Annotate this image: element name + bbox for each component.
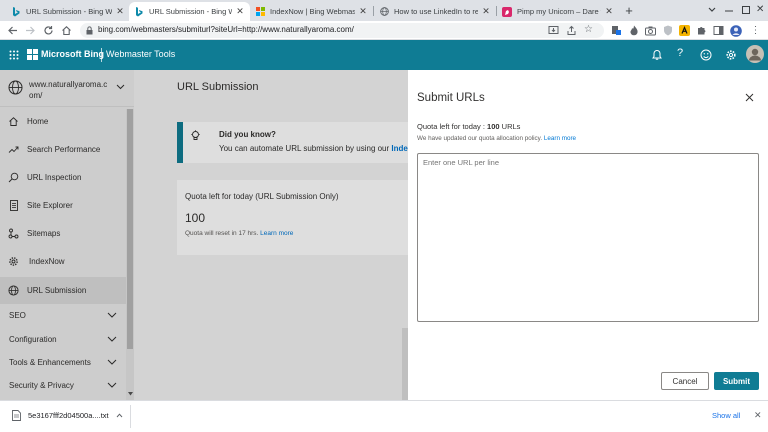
- close-tab-icon[interactable]: ✕: [358, 6, 368, 17]
- brand-name[interactable]: Microsoft Bing: [41, 49, 104, 59]
- bookmark-star-icon[interactable]: ☆: [584, 24, 593, 35]
- microsoft-icon: [255, 7, 265, 17]
- tab-title: URL Submission - Bing Webm: [26, 7, 112, 16]
- quota-label: Quota left for today :: [417, 122, 488, 131]
- shield-extension-icon[interactable]: [661, 24, 674, 37]
- close-download-bar-icon[interactable]: ✕: [754, 410, 762, 421]
- app-launcher-icon[interactable]: [9, 50, 19, 60]
- browser-tab-4[interactable]: How to use LinkedIn to reac ✕: [374, 2, 496, 21]
- submit-urls-panel: Submit URLs Quota left for today : 100 U…: [408, 70, 768, 400]
- forward-icon[interactable]: [24, 24, 37, 37]
- help-icon[interactable]: ?: [677, 47, 683, 59]
- close-icon[interactable]: [745, 93, 754, 102]
- install-icon[interactable]: [548, 25, 559, 36]
- close-tab-icon[interactable]: ✕: [604, 6, 614, 17]
- browser-tab-3[interactable]: IndexNow | Bing Webmaster ✕: [250, 2, 373, 21]
- settings-gear-icon[interactable]: [725, 49, 737, 61]
- file-icon: [12, 410, 21, 421]
- download-filename: 5e3167fff2d04500a....txt: [28, 411, 109, 420]
- policy-text: We have updated our quota allocation pol…: [417, 135, 543, 142]
- panel-title: Submit URLs: [417, 92, 485, 104]
- extension-icon[interactable]: [610, 24, 623, 37]
- download-item[interactable]: 5e3167fff2d04500a....txt: [0, 401, 130, 432]
- submit-button[interactable]: Submit: [714, 372, 759, 390]
- reload-icon[interactable]: [42, 24, 55, 37]
- app-header: Microsoft Bing Webmaster Tools ?: [0, 40, 768, 70]
- modal-overlay[interactable]: [0, 70, 408, 400]
- microsoft-logo-icon: [27, 49, 38, 60]
- lock-icon: [86, 26, 93, 35]
- browser-tab-strip: URL Submission - Bing Webm ✕ URL Submiss…: [0, 0, 768, 21]
- close-tab-icon[interactable]: ✕: [481, 6, 491, 17]
- browser-tab-1[interactable]: URL Submission - Bing Webm ✕: [6, 2, 130, 21]
- quota-unit: URLs: [499, 122, 521, 131]
- camera-extension-icon[interactable]: [644, 24, 657, 37]
- chevron-up-icon[interactable]: [116, 413, 123, 418]
- close-window-icon[interactable]: ✕: [756, 4, 766, 16]
- bing-icon: [134, 6, 144, 17]
- minimize-icon[interactable]: [724, 5, 734, 15]
- flame-extension-icon[interactable]: [627, 24, 640, 37]
- policy-learn-more-link[interactable]: Learn more: [544, 135, 576, 142]
- browser-tab-5[interactable]: Pimp my Unicorn – Dare to D ✕: [497, 2, 619, 21]
- profile-icon[interactable]: [729, 24, 742, 37]
- unicorn-icon: [502, 6, 512, 17]
- home-icon[interactable]: [60, 24, 73, 37]
- share-icon[interactable]: [566, 25, 577, 36]
- cancel-button[interactable]: Cancel: [661, 372, 709, 390]
- quota-line: Quota left for today : 100 URLs: [417, 122, 520, 131]
- tab-title: IndexNow | Bing Webmaster: [270, 7, 355, 16]
- user-avatar[interactable]: [746, 45, 764, 63]
- globe-icon: [379, 7, 389, 17]
- browser-tab-2[interactable]: URL Submission - Bing Webm ✕: [129, 2, 250, 21]
- url-text: bing.com/webmasters/submiturl?siteUrl=ht…: [98, 25, 354, 34]
- close-tab-icon[interactable]: ✕: [115, 6, 125, 17]
- bell-icon[interactable]: [652, 49, 662, 61]
- product-name[interactable]: Webmaster Tools: [106, 49, 175, 59]
- tab-search-icon[interactable]: [706, 3, 720, 17]
- url-textarea[interactable]: [417, 153, 759, 322]
- address-bar[interactable]: bing.com/webmasters/submiturl?siteUrl=ht…: [80, 23, 604, 38]
- side-panel-icon[interactable]: [712, 24, 725, 37]
- amazon-extension-icon[interactable]: [678, 24, 691, 37]
- puzzle-icon[interactable]: [695, 24, 708, 37]
- download-bar: 5e3167fff2d04500a....txt Show all ✕: [0, 400, 768, 432]
- policy-line: We have updated our quota allocation pol…: [417, 135, 576, 142]
- tab-title: URL Submission - Bing Webm: [149, 7, 232, 16]
- quota-value: 100: [487, 122, 500, 131]
- tab-title: How to use LinkedIn to reac: [394, 7, 478, 16]
- show-all-button[interactable]: Show all: [712, 411, 740, 420]
- close-tab-icon[interactable]: ✕: [235, 6, 245, 17]
- new-tab-button[interactable]: +: [622, 3, 636, 18]
- browser-toolbar: bing.com/webmasters/submiturl?siteUrl=ht…: [0, 21, 768, 40]
- more-menu-icon[interactable]: ⋮: [749, 24, 762, 37]
- maximize-icon[interactable]: [741, 5, 751, 15]
- feedback-smiley-icon[interactable]: [700, 49, 712, 61]
- back-icon[interactable]: [6, 24, 19, 37]
- tab-title: Pimp my Unicorn – Dare to D: [517, 7, 601, 16]
- bing-icon: [11, 6, 21, 17]
